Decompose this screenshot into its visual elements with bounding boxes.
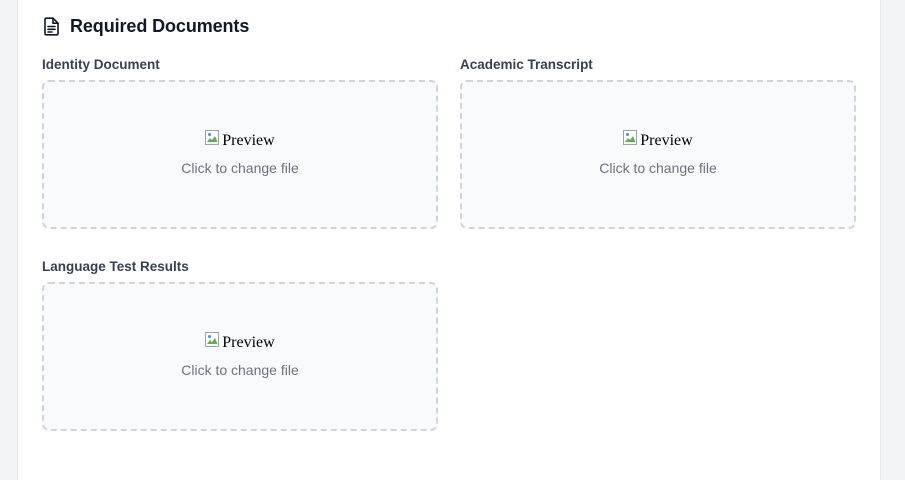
academic-transcript-field: Academic Transcript Preview Click to cha… — [460, 56, 856, 229]
language-test-results-dropzone[interactable]: Preview Click to change file — [42, 282, 438, 431]
section-title: Required Documents — [70, 15, 250, 36]
identity-document-dropzone[interactable]: Preview Click to change file — [42, 80, 438, 229]
preview-image: Preview — [623, 129, 693, 152]
change-file-text: Click to change file — [181, 159, 299, 176]
preview-alt-text: Preview — [640, 131, 693, 149]
change-file-text: Click to change file — [599, 159, 717, 176]
section-header: Required Documents — [42, 13, 249, 39]
academic-transcript-label: Academic Transcript — [460, 57, 593, 72]
identity-document-field: Identity Document Preview Click to chang… — [42, 56, 438, 229]
preview-alt-text: Preview — [222, 131, 275, 149]
broken-image-icon — [205, 331, 221, 348]
identity-document-label: Identity Document — [42, 57, 160, 72]
language-test-results-field: Language Test Results Preview Click to c… — [42, 258, 438, 431]
preview-alt-text: Preview — [222, 333, 275, 351]
document-icon — [42, 16, 61, 36]
broken-image-icon — [623, 129, 639, 146]
preview-image: Preview — [205, 129, 275, 152]
academic-transcript-dropzone[interactable]: Preview Click to change file — [460, 80, 856, 229]
change-file-text: Click to change file — [181, 361, 299, 378]
broken-image-icon — [205, 129, 221, 146]
language-test-results-label: Language Test Results — [42, 259, 189, 274]
preview-image: Preview — [205, 331, 275, 354]
